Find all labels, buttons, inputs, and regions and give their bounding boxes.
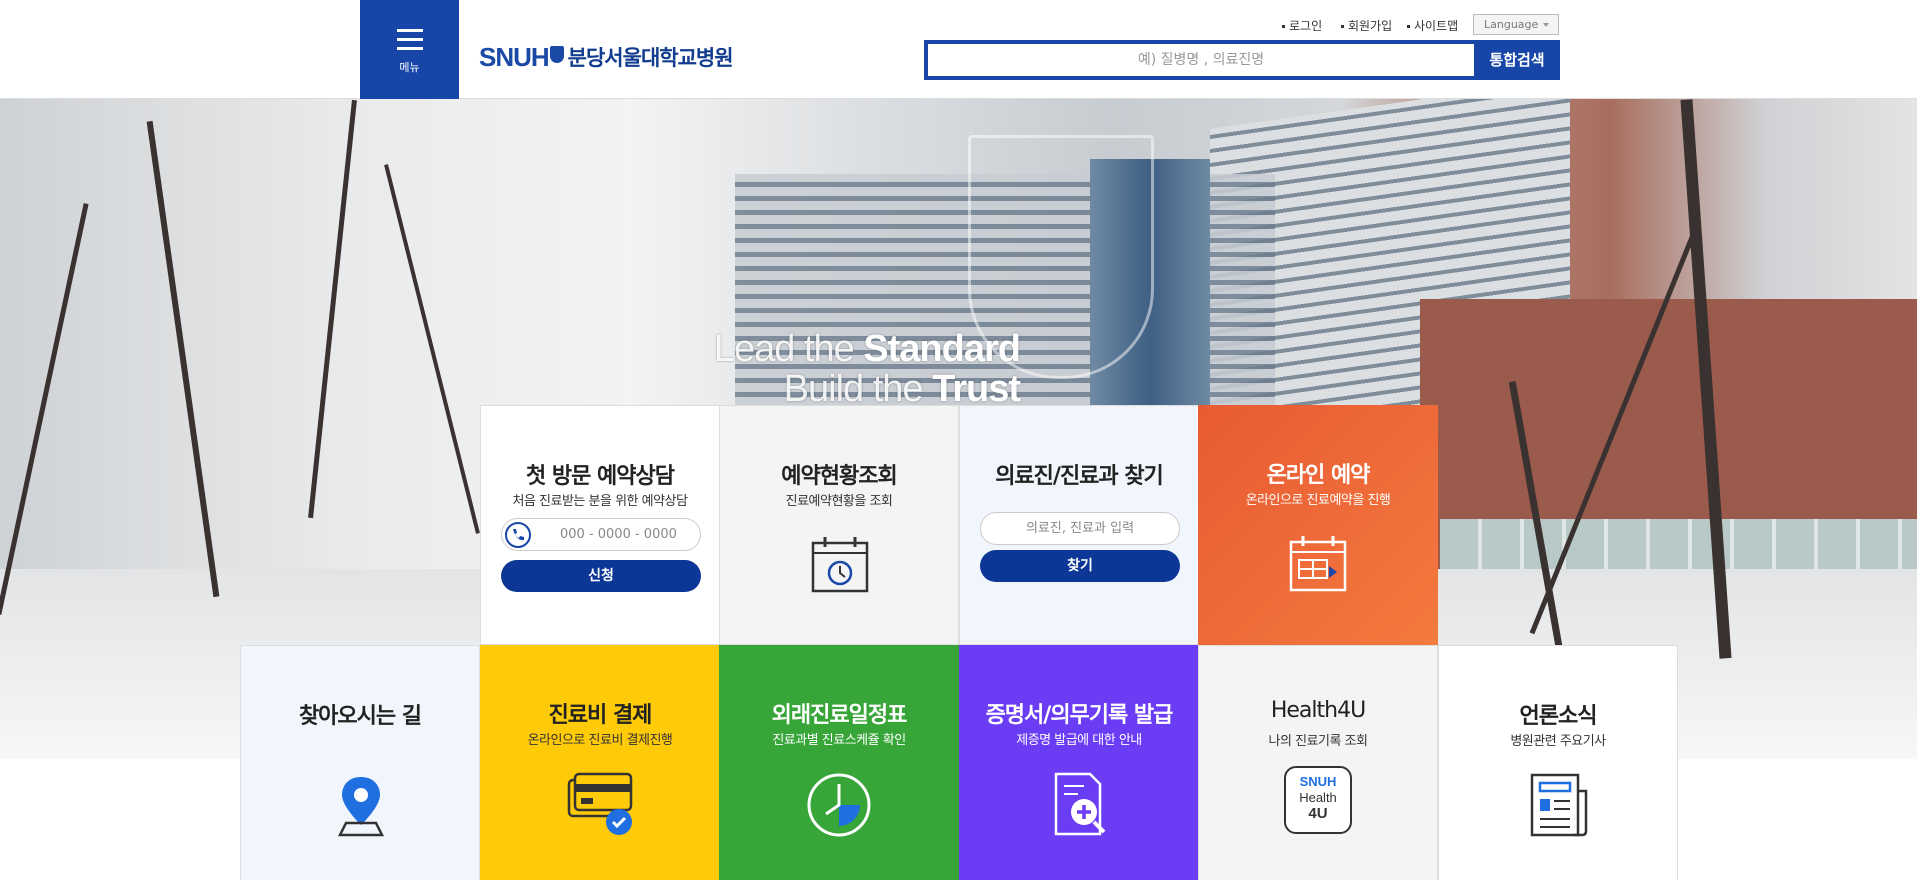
hero-slogan: Lead the Standard Build the Trust (700, 328, 1021, 410)
document-search-icon (1054, 772, 1106, 836)
sitemap-link[interactable]: 사이트맵 (1407, 17, 1458, 34)
tile-title: 증명서/의무기록 발급 (985, 703, 1174, 728)
apply-button[interactable]: 신청 (501, 560, 701, 592)
tile-first-visit-consult[interactable]: 첫 방문 예약상담 처음 진료받는 분을 위한 예약상담 000 - 0000 … (480, 405, 720, 645)
find-button[interactable]: 찾기 (980, 550, 1180, 582)
tree-trunk (308, 99, 357, 519)
tile-title: 온라인 예약 (1266, 463, 1371, 488)
tile-certificate[interactable]: 증명서/의무기록 발급 제증명 발급에 대한 안내 (959, 645, 1199, 880)
tile-health4u[interactable]: Health4U 나의 진료기록 조회 SNUH Health 4U (1198, 645, 1438, 880)
tile-subtitle: 진료예약현황을 조회 (785, 494, 893, 509)
search-input[interactable] (924, 40, 1474, 80)
tile-title: 예약현황조회 (781, 464, 897, 489)
tile-online-reservation[interactable]: 온라인 예약 온라인으로 진료예약을 진행 (1198, 405, 1438, 645)
tile-title: 의료진/진료과 찾기 (995, 464, 1164, 489)
tile-subtitle: 병원관련 주요기사 (1510, 734, 1606, 749)
tile-press-news[interactable]: 언론소식 병원관련 주요기사 (1438, 645, 1678, 880)
site-logo[interactable]: SNUH 분당서울대학교병원 (479, 41, 734, 72)
newspaper-icon (1530, 773, 1588, 837)
health4u-icon: SNUH Health 4U (1284, 766, 1352, 834)
phone-icon (505, 522, 531, 548)
tile-title: 진료비 결제 (548, 703, 653, 728)
hamburger-icon (397, 29, 423, 56)
tile-payment[interactable]: 진료비 결제 온라인으로 진료비 결제진행 (480, 645, 720, 880)
menu-label: 메뉴 (399, 61, 420, 74)
tile-directions[interactable]: 찾아오시는 길 (240, 645, 480, 880)
health4u-icon-text-2: Health (1299, 790, 1337, 805)
site-header: 메뉴 SNUH 분당서울대학교병원 로그인 회원가입 사이트맵 Language… (0, 0, 1917, 99)
tile-subtitle: 처음 진료받는 분을 위한 예약상담 (512, 494, 688, 509)
health4u-icon-text-3: 4U (1308, 805, 1328, 822)
map-pin-icon (337, 777, 385, 837)
tile-title: 첫 방문 예약상담 (526, 464, 675, 489)
signup-link[interactable]: 회원가입 (1341, 17, 1392, 34)
page: { "header": { "menu_label": "메뉴", "logo_… (0, 0, 1917, 880)
slogan-line2-bold: Trust (932, 368, 1021, 410)
calendar-clock-icon (811, 537, 869, 593)
search-button[interactable]: 통합검색 (1474, 40, 1560, 80)
tile-title: 언론소식 (1519, 704, 1598, 729)
slogan-line2-thin: Build the (783, 368, 933, 410)
tile-reservation-status[interactable]: 예약현황조회 진료예약현황을 조회 (719, 405, 959, 645)
tree-trunk (384, 164, 480, 534)
tile-subtitle: 진료과별 진료스케쥴 확인 (772, 733, 906, 748)
doctor-search-input[interactable]: 의료진, 진료과 입력 (980, 512, 1180, 545)
tile-title: 외래진료일정표 (771, 703, 908, 728)
clock-icon (807, 773, 871, 837)
tile-subtitle: 제증명 발급에 대한 안내 (1016, 733, 1142, 748)
tile-title: Health4U (1270, 698, 1366, 723)
logo-brand: SNUH (479, 41, 550, 72)
login-link[interactable]: 로그인 (1282, 17, 1322, 34)
tile-find-doctor[interactable]: 의료진/진료과 찾기 의료진, 진료과 입력 찾기 (959, 405, 1199, 645)
tree-trunk (146, 120, 220, 598)
logo-name: 분당서울대학교병원 (567, 46, 734, 70)
language-select[interactable]: Language (1473, 14, 1559, 35)
tile-subtitle: 온라인으로 진료비 결제진행 (527, 733, 673, 748)
tile-subtitle: 온라인으로 진료예약을 진행 (1245, 493, 1391, 508)
credit-card-icon (567, 772, 633, 835)
calendar-icon (1289, 536, 1347, 592)
shield-icon (549, 45, 564, 63)
tile-outpatient-schedule[interactable]: 외래진료일정표 진료과별 진료스케쥴 확인 (719, 645, 959, 880)
tile-title: 찾아오시는 길 (298, 704, 422, 729)
slogan-line1-bold: Standard (863, 328, 1021, 370)
slogan-line1-thin: Lead the (713, 328, 864, 370)
tile-subtitle: 나의 진료기록 조회 (1268, 734, 1368, 749)
tree-trunk (0, 203, 89, 615)
menu-button[interactable]: 메뉴 (360, 0, 459, 99)
health4u-icon-text-1: SNUH (1299, 774, 1337, 789)
